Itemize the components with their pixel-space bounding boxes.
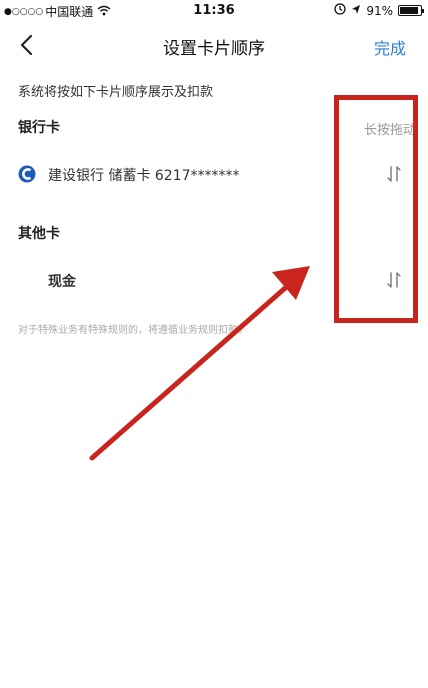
annotation-arrow (89, 266, 310, 461)
page: ●○○○○ 中国联通 11:36 91% 设置卡片顺序 完成 系统将按如下卡片顺… (0, 0, 428, 688)
